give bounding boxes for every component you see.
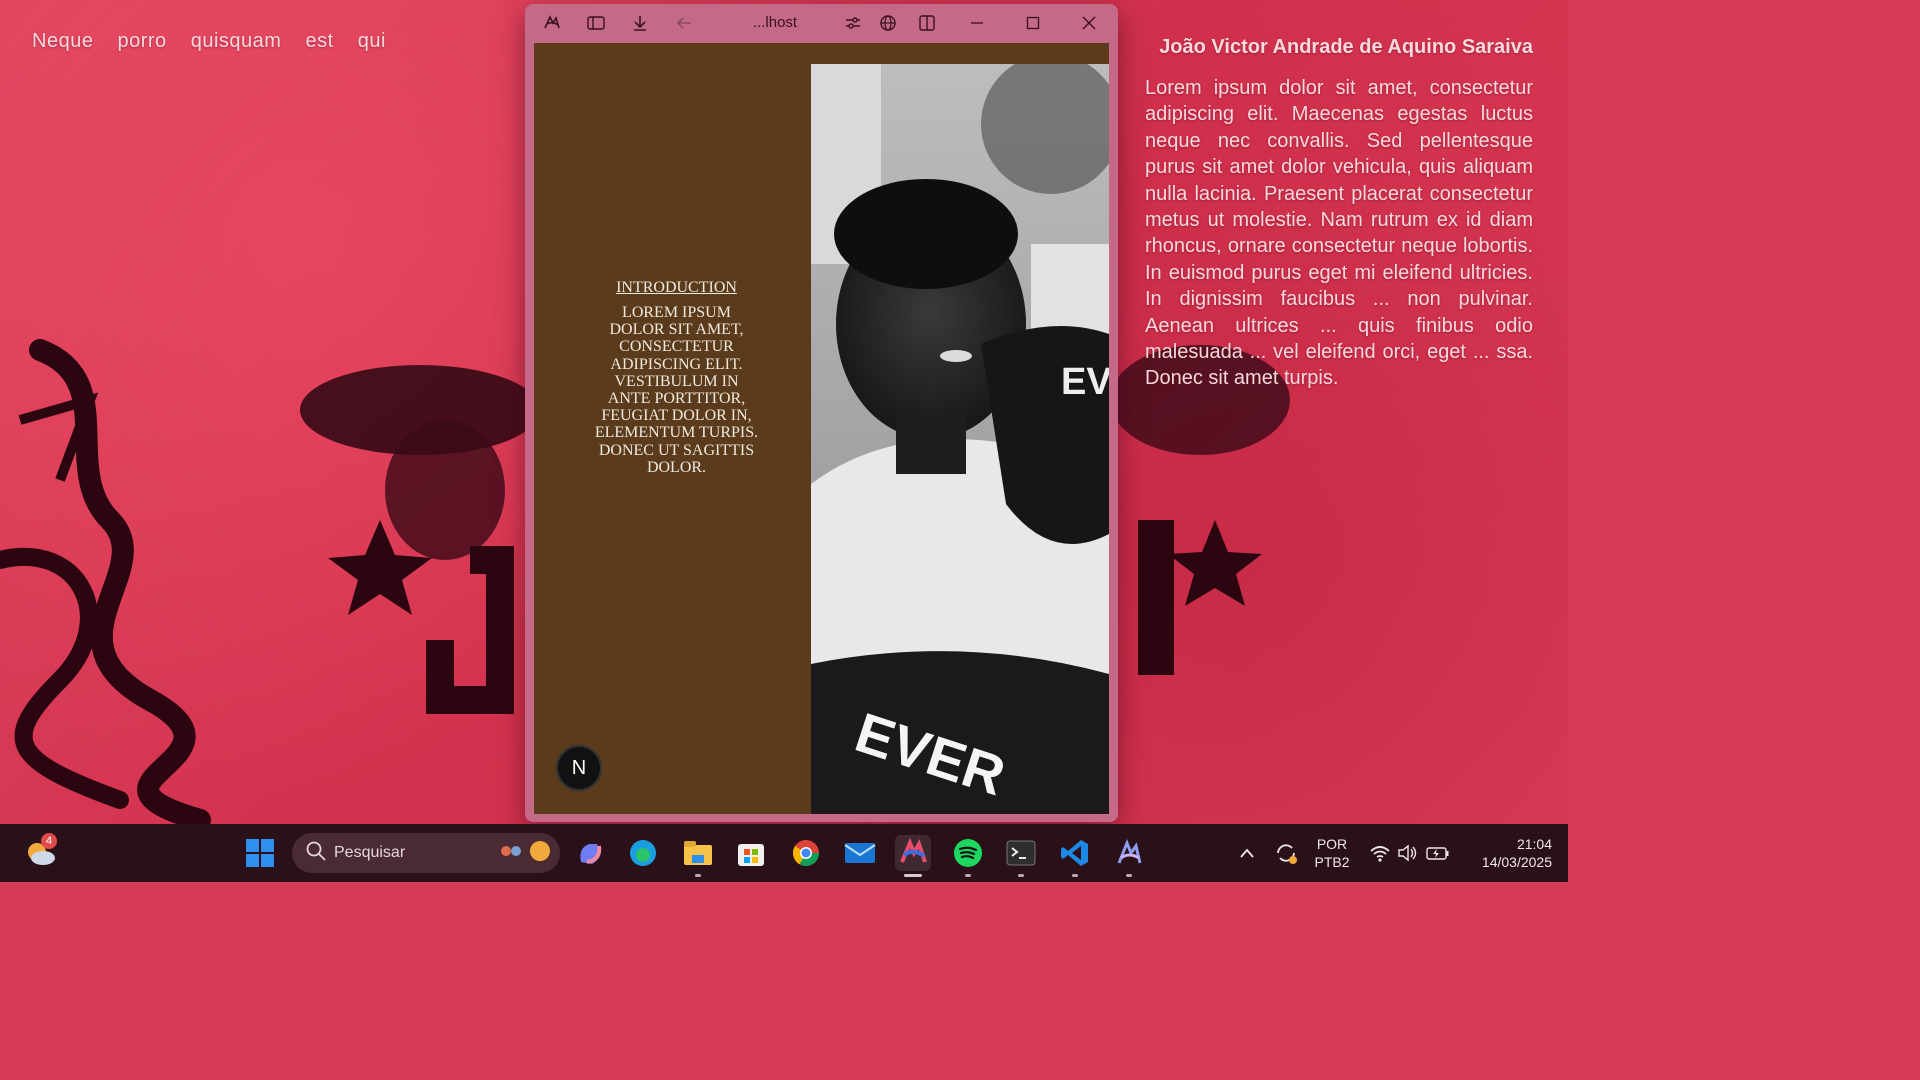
next-dev-badge[interactable]: N xyxy=(556,745,602,791)
lorem-paragraph: Lorem ipsum dolor sit amet, consectetur … xyxy=(1145,77,1533,390)
search-highlight-icon xyxy=(496,839,554,868)
search-icon xyxy=(306,841,326,866)
language-label: POR xyxy=(1316,836,1348,852)
running-indicator xyxy=(695,874,701,877)
chrome-icon[interactable] xyxy=(788,835,824,871)
back-arrow-icon[interactable] xyxy=(673,12,695,34)
running-indicator xyxy=(965,874,971,877)
window-title: ...lhost xyxy=(752,14,798,31)
split-view-icon[interactable] xyxy=(916,12,938,34)
clock-date: 14/03/2025 xyxy=(1481,854,1552,870)
boxer-photo: EV EVER xyxy=(811,64,1109,814)
sync-icon[interactable] xyxy=(1268,835,1304,871)
wallpaper-heading: Neque porro quisquam est qui xyxy=(32,30,386,52)
vscode-icon[interactable] xyxy=(1057,835,1093,877)
running-indicator xyxy=(1072,874,1078,877)
taskbar-search[interactable]: Pesquisar xyxy=(292,833,560,873)
battery-icon[interactable] xyxy=(1420,835,1456,871)
clock-time: 21:04 xyxy=(1516,836,1552,852)
running-indicator xyxy=(1126,874,1132,877)
copilot-icon[interactable] xyxy=(572,835,608,871)
spotify-icon[interactable] xyxy=(950,835,986,877)
web-page: INTRODUCTION LOREM IPSUM DOLOR SIT AMET,… xyxy=(534,43,1109,814)
language-indicator[interactable]: POR PTB2 xyxy=(1310,835,1354,871)
close-icon[interactable] xyxy=(1078,12,1100,34)
download-icon[interactable] xyxy=(629,12,651,34)
mail-icon[interactable] xyxy=(842,835,878,871)
introduction-body: LOREM IPSUM DOLOR SIT AMET, CONSECTETUR … xyxy=(594,304,759,476)
search-placeholder: Pesquisar xyxy=(334,844,406,861)
maximize-icon[interactable] xyxy=(1022,12,1044,34)
app-logo-icon[interactable] xyxy=(541,12,563,34)
clock[interactable]: 21:04 14/03/2025 xyxy=(1462,835,1552,871)
arc-browser-icon[interactable] xyxy=(895,835,931,877)
file-explorer-icon[interactable] xyxy=(680,835,716,877)
minimize-icon[interactable] xyxy=(966,12,988,34)
active-indicator xyxy=(904,874,922,877)
introduction-section: INTRODUCTION LOREM IPSUM DOLOR SIT AMET,… xyxy=(594,279,759,476)
edge-icon[interactable] xyxy=(625,835,661,871)
introduction-title[interactable]: INTRODUCTION xyxy=(594,279,759,297)
sidebar-toggle-icon[interactable] xyxy=(585,12,607,34)
keyboard-layout-label: PTB2 xyxy=(1314,854,1350,870)
taskbar: 4 Pesquisar POR PTB2 21:04 14/03/2025 xyxy=(0,824,1568,882)
browser-window: ...lhost INTRODUCTION LOREM IPSUM DOLOR … xyxy=(525,4,1118,822)
chevron-up-icon[interactable] xyxy=(1229,835,1265,871)
globe-icon[interactable] xyxy=(877,12,899,34)
store-icon[interactable] xyxy=(733,835,769,871)
running-indicator xyxy=(1018,874,1024,877)
tune-icon[interactable] xyxy=(842,12,864,34)
git-kraken-icon[interactable] xyxy=(1111,835,1147,877)
glove-brand-text: EV xyxy=(1061,361,1109,403)
title-bar[interactable]: ...lhost xyxy=(525,4,1118,42)
terminal-icon[interactable] xyxy=(1003,835,1039,877)
widgets-badge: 4 xyxy=(41,833,57,849)
wallpaper-text-block: João Victor Andrade de Aquino Saraiva Lo… xyxy=(1145,36,1533,392)
author-name: João Victor Andrade de Aquino Saraiva xyxy=(1159,36,1533,58)
start-icon[interactable] xyxy=(242,835,278,871)
